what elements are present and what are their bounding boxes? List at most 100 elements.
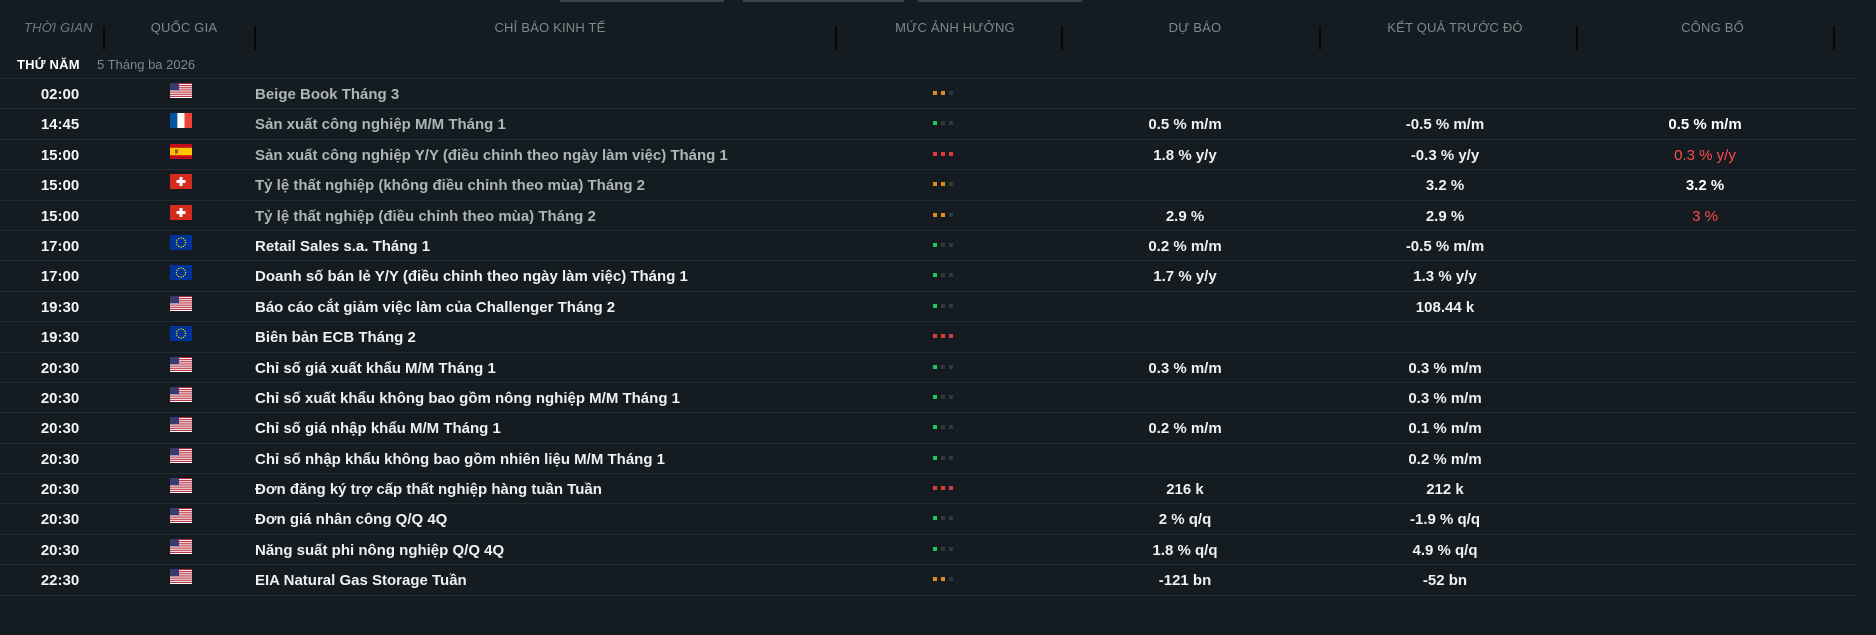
impact-dot	[933, 273, 937, 278]
france-flag-icon	[170, 113, 192, 129]
header-time[interactable]: THỜI GIAN	[24, 20, 104, 35]
actual-value: 0.3 % y/y	[1674, 146, 1736, 164]
impact-dot	[949, 455, 953, 460]
event-name[interactable]: Tỷ lệ thất nghiệp (không điều chỉnh theo…	[255, 177, 645, 194]
event-name[interactable]: Biên bản ECB Tháng 2	[255, 329, 416, 346]
event-name[interactable]: EIA Natural Gas Storage Tuần	[255, 572, 467, 589]
impact-dot	[933, 364, 937, 369]
impact-dot	[941, 212, 945, 217]
previous-value: 0.1 % m/m	[1408, 420, 1482, 438]
table-row[interactable]: 14:45 Sản xuất công nghiệp M/M Tháng 1 0…	[0, 109, 1858, 140]
impact-dot	[933, 212, 937, 217]
table-row[interactable]: 17:00 Doanh số bán lẻ Y/Y (điều chỉnh th…	[0, 261, 1858, 292]
table-row[interactable]: 02:00 Beige Book Tháng 3	[0, 79, 1858, 110]
previous-value: -1.9 % q/q	[1409, 511, 1480, 529]
event-name[interactable]: Báo cáo cắt giảm việc làm của Challenger…	[255, 299, 615, 316]
eu-flag-icon	[170, 326, 192, 342]
header-forecast[interactable]: DỰ BÁO	[1065, 20, 1325, 35]
impact-dot	[933, 151, 937, 156]
event-name[interactable]: Chỉ số nhập khẩu không bao gồm nhiên liệ…	[255, 451, 665, 468]
table-row[interactable]: 17:00 Retail Sales s.a. Tháng 1 0.2 % m/…	[0, 231, 1858, 262]
header-indicator[interactable]: CHỈ BÁO KINH TẾ	[260, 20, 840, 35]
event-name[interactable]: Beige Book Tháng 3	[255, 86, 399, 103]
us-flag-icon	[170, 83, 192, 98]
impact-dot	[933, 546, 937, 551]
event-name[interactable]: Đơn giá nhân công Q/Q 4Q	[255, 511, 447, 528]
event-time: 20:30	[40, 450, 80, 468]
column-resize-handle[interactable]	[1576, 26, 1578, 50]
header-previous[interactable]: KẾT QUẢ TRƯỚC ĐÓ	[1330, 20, 1580, 35]
column-resize-handle[interactable]	[103, 26, 105, 50]
column-resize-handle[interactable]	[254, 26, 256, 50]
event-time: 20:30	[40, 359, 80, 377]
table-row[interactable]: 15:00 Tỷ lệ thất nghiệp (điều chỉnh theo…	[0, 201, 1858, 231]
forecast-value: 216 k	[1166, 481, 1204, 499]
header-actual[interactable]: CÔNG BỐ	[1590, 20, 1835, 35]
impact-indicator	[933, 394, 963, 401]
event-name[interactable]: Sản xuất công nghiệp M/M Tháng 1	[255, 116, 506, 133]
event-name[interactable]: Sản xuất công nghiệp Y/Y (điều chỉnh the…	[255, 147, 728, 164]
event-name[interactable]: Chỉ số giá nhập khẩu M/M Tháng 1	[255, 420, 501, 437]
column-resize-handle[interactable]	[1061, 26, 1063, 50]
table-row[interactable]: 19:30 Báo cáo cắt giảm việc làm của Chal…	[0, 292, 1858, 323]
table-row[interactable]: 20:30 Chỉ số giá nhập khẩu M/M Tháng 1 0…	[0, 413, 1858, 444]
impact-dot	[933, 486, 937, 491]
impact-indicator	[933, 303, 963, 310]
column-resize-handle[interactable]	[1319, 26, 1321, 50]
event-name[interactable]: Doanh số bán lẻ Y/Y (điều chỉnh theo ngà…	[255, 268, 688, 285]
table-row[interactable]: 20:30 Năng suất phi nông nghiệp Q/Q 4Q 1…	[0, 535, 1858, 566]
impact-dot	[933, 394, 937, 399]
top-indicator-bar	[743, 0, 904, 2]
event-time: 20:30	[40, 511, 80, 529]
header-country[interactable]: QUỐC GIA	[128, 20, 240, 35]
forecast-value: 1.8 % y/y	[1153, 146, 1217, 164]
impact-dot	[941, 334, 945, 339]
event-name[interactable]: Retail Sales s.a. Tháng 1	[255, 238, 430, 255]
events-table-body: 02:00 Beige Book Tháng 3 14:45 Sản xuất …	[0, 79, 1858, 596]
header-impact[interactable]: MỨC ẢNH HƯỞNG	[860, 20, 1050, 35]
impact-dot	[941, 273, 945, 278]
impact-indicator	[933, 273, 963, 279]
impact-indicator	[933, 455, 963, 462]
table-row[interactable]: 20:30 Đơn đăng ký trợ cấp thất nghiệp hà…	[0, 474, 1858, 505]
impact-dot	[949, 577, 953, 582]
table-row[interactable]: 22:30 EIA Natural Gas Storage Tuần -121 …	[0, 565, 1858, 596]
impact-dot	[949, 334, 953, 339]
impact-indicator	[933, 121, 963, 127]
impact-dot	[941, 577, 945, 582]
impact-dot	[941, 242, 945, 247]
impact-dot	[949, 394, 953, 399]
actual-value: 3 %	[1692, 207, 1718, 225]
event-time: 20:30	[40, 481, 80, 499]
event-name[interactable]: Chỉ số xuất khẩu không bao gồm nông nghi…	[255, 390, 680, 407]
impact-dot	[949, 364, 953, 369]
top-indicator-bar	[918, 0, 1082, 2]
event-time: 15:00	[40, 207, 80, 225]
forecast-value: 2.9 %	[1165, 207, 1205, 225]
column-resize-handle[interactable]	[835, 26, 837, 50]
impact-indicator	[933, 151, 963, 158]
table-row[interactable]: 20:30 Chỉ số xuất khẩu không bao gồm nôn…	[0, 383, 1858, 414]
impact-dot	[933, 242, 937, 247]
table-row[interactable]: 20:30 Chỉ số giá xuất khẩu M/M Tháng 1 0…	[0, 353, 1858, 383]
impact-dot	[933, 516, 937, 521]
event-name[interactable]: Năng suất phi nông nghiệp Q/Q 4Q	[255, 542, 504, 559]
table-row[interactable]: 15:00 Tỷ lệ thất nghiệp (không điều chỉn…	[0, 170, 1858, 201]
event-name[interactable]: Tỷ lệ thất nghiệp (điều chỉnh theo mùa) …	[255, 208, 596, 225]
table-row[interactable]: 19:30 Biên bản ECB Tháng 2	[0, 322, 1858, 353]
impact-dot	[949, 182, 953, 187]
column-resize-handle[interactable]	[1833, 26, 1835, 50]
event-name[interactable]: Chỉ số giá xuất khẩu M/M Tháng 1	[255, 360, 496, 377]
event-time: 20:30	[40, 541, 80, 559]
table-row[interactable]: 15:00 Sản xuất công nghiệp Y/Y (điều chỉ…	[0, 140, 1858, 171]
table-row[interactable]: 20:30 Chỉ số nhập khẩu không bao gồm nhi…	[0, 444, 1858, 475]
event-name[interactable]: Đơn đăng ký trợ cấp thất nghiệp hàng tuầ…	[255, 481, 602, 498]
event-time: 02:00	[40, 86, 80, 103]
previous-value: 4.9 % q/q	[1412, 541, 1478, 559]
impact-indicator	[933, 516, 963, 522]
table-row[interactable]: 20:30 Đơn giá nhân công Q/Q 4Q 2 % q/q -…	[0, 504, 1858, 535]
us-flag-icon	[170, 478, 192, 494]
us-flag-icon	[170, 295, 192, 311]
previous-value: -52 bn	[1422, 572, 1468, 590]
previous-value: 0.3 % m/m	[1408, 359, 1482, 377]
